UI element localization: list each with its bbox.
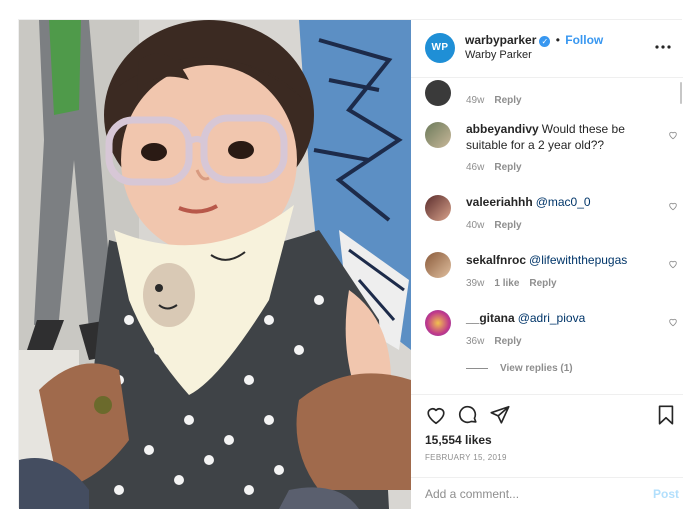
comment-like-heart-icon[interactable] [668, 317, 678, 327]
account-full-name[interactable]: Warby Parker [465, 49, 532, 61]
commenter-avatar[interactable] [425, 310, 451, 336]
more-options-icon[interactable] [655, 36, 671, 54]
instagram-post: WP warbyparker ✓ • Follow Warby Parker 49… [18, 19, 683, 509]
bookmark-icon[interactable] [655, 404, 677, 426]
comment-meta: 40w Reply [466, 220, 532, 231]
comment-like-heart-icon[interactable] [668, 130, 678, 140]
post-photo[interactable] [19, 20, 411, 509]
view-replies-button[interactable]: View replies (1) [466, 363, 573, 374]
post-side-panel: WP warbyparker ✓ • Follow Warby Parker 49… [411, 20, 683, 509]
comment-age: 46w [466, 162, 485, 173]
reply-button[interactable]: Reply [494, 220, 521, 231]
comment-text: valeeriahhh @mac0_0 [466, 194, 656, 210]
comments-scrollbar[interactable] [680, 82, 682, 104]
comment-like-heart-icon[interactable] [668, 201, 678, 211]
comment-meta: 36w Reply [466, 336, 532, 347]
comment-like-heart-icon[interactable] [668, 259, 678, 269]
commenter-avatar[interactable] [425, 195, 451, 221]
view-replies-line [466, 367, 488, 369]
comment-age: 36w [466, 336, 485, 347]
reply-button[interactable]: Reply [494, 336, 521, 347]
comment-text: __gitana @adri_piova [466, 310, 656, 326]
comment-age: 39w [466, 278, 485, 289]
comment-mention[interactable]: @lifewiththepugas [529, 253, 627, 267]
comment-age: 40w [466, 220, 485, 231]
commenter-username[interactable]: sekalfnroc [466, 253, 526, 267]
follow-button[interactable]: Follow [565, 33, 603, 47]
comment-text: sekalfnroc @lifewiththepugas [466, 252, 656, 268]
commenter-username[interactable]: __gitana [466, 311, 515, 325]
account-avatar[interactable]: WP [425, 33, 455, 63]
comment-mention[interactable]: @mac0_0 [536, 195, 591, 209]
commenter-avatar[interactable] [425, 80, 451, 106]
comment-icon[interactable] [457, 404, 479, 426]
post-header: WP warbyparker ✓ • Follow Warby Parker [411, 20, 683, 78]
commenter-avatar[interactable] [425, 122, 451, 148]
separator-dot: • [555, 33, 560, 47]
commenter-avatar[interactable] [425, 252, 451, 278]
comment-likes-count[interactable]: 1 like [494, 278, 519, 289]
heart-icon[interactable] [425, 404, 447, 426]
share-icon[interactable] [489, 404, 511, 426]
add-comment-bar: Add a comment... Post [411, 477, 683, 509]
verified-badge-icon: ✓ [539, 36, 551, 47]
add-comment-input[interactable]: Add a comment... [425, 487, 519, 501]
reply-button[interactable]: Reply [494, 95, 521, 106]
comment-age: 49w [466, 95, 485, 106]
comment-meta: 46w Reply [466, 162, 532, 173]
comments-list[interactable]: 49w Reply abbeyandivy Would these be suita… [411, 78, 683, 394]
comment-meta: 49w Reply [466, 95, 532, 106]
account-username[interactable]: warbyparker [465, 33, 536, 47]
comment-text: abbeyandivy Would these be suitable for a… [466, 121, 656, 153]
post-comment-button[interactable]: Post [653, 487, 679, 501]
post-date: FEBRUARY 15, 2019 [425, 453, 507, 462]
likes-count[interactable]: 15,554 likes [425, 433, 492, 447]
header-user-line: warbyparker ✓ • Follow [465, 33, 603, 47]
view-replies-label: View replies (1) [500, 363, 573, 374]
baby-glasses-photo [19, 20, 411, 509]
commenter-username[interactable]: abbeyandivy [466, 122, 539, 136]
reply-button[interactable]: Reply [529, 278, 556, 289]
comment-meta: 39w 1 like Reply [466, 278, 567, 289]
commenter-username[interactable]: valeeriahhh [466, 195, 533, 209]
reply-button[interactable]: Reply [494, 162, 521, 173]
post-actions: 15,554 likes FEBRUARY 15, 2019 [411, 394, 683, 470]
comment-mention[interactable]: @adri_piova [518, 311, 586, 325]
